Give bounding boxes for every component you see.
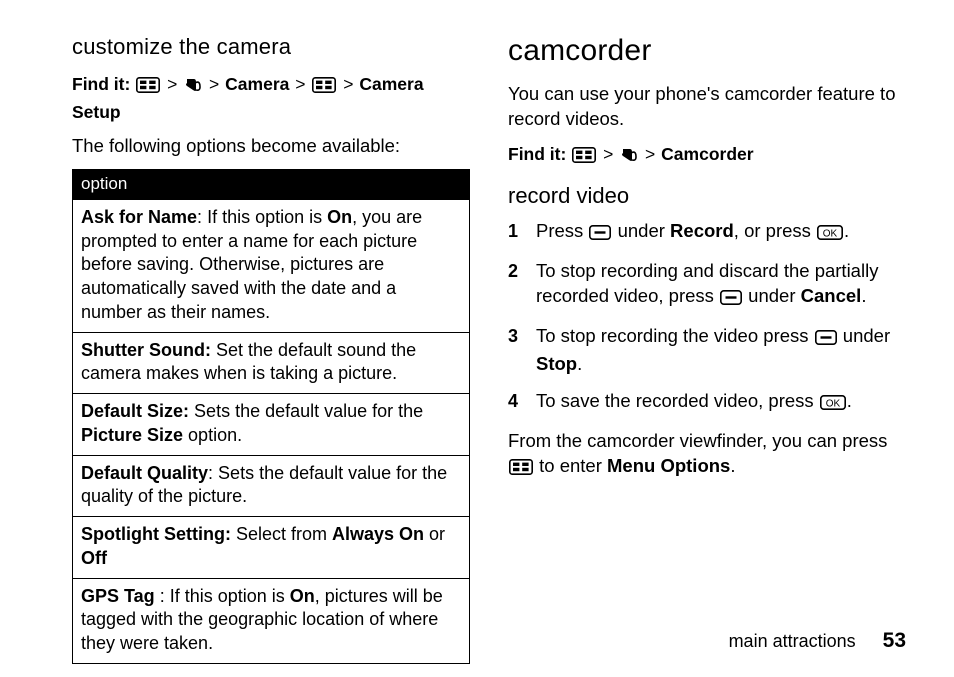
footer-section: main attractions	[729, 631, 856, 651]
breadcrumb-camcorder: Camcorder	[661, 144, 753, 164]
page-number: 53	[883, 629, 906, 652]
menu-icon	[572, 145, 596, 170]
find-it-label: Find it:	[72, 74, 130, 94]
menu-icon	[312, 75, 336, 100]
options-table: option Ask for Name: If this option is O…	[72, 169, 470, 664]
multimedia-icon	[184, 75, 202, 100]
softkey-icon	[720, 287, 742, 312]
camcorder-heading: camcorder	[508, 34, 906, 68]
record-video-heading: record video	[508, 183, 906, 209]
right-column: camcorder You can use your phone's camco…	[508, 34, 906, 664]
step-2: To stop recording and discard the partia…	[508, 259, 906, 312]
menu-icon	[509, 457, 533, 482]
softkey-icon	[815, 327, 837, 352]
table-row: Shutter Sound: Set the default sound the…	[73, 332, 470, 394]
table-row: GPS Tag : If this option is On, pictures…	[73, 578, 470, 663]
camcorder-outro: From the camcorder viewfinder, you can p…	[508, 429, 906, 482]
multimedia-icon	[620, 145, 638, 170]
table-row: Default Quality: Sets the default value …	[73, 455, 470, 517]
left-column: customize the camera Find it: > > Camera…	[72, 34, 470, 664]
ok-key-icon	[820, 392, 846, 417]
camcorder-intro: You can use your phone's camcorder featu…	[508, 82, 906, 132]
softkey-icon	[589, 222, 611, 247]
find-it-label: Find it:	[508, 144, 566, 164]
options-intro: The following options become available:	[72, 134, 470, 159]
table-row: Spotlight Setting: Select from Always On…	[73, 517, 470, 579]
find-it-camera: Find it: > > Camera > > Camera Setup	[72, 72, 470, 124]
step-4: To save the recorded video, press .	[508, 389, 906, 417]
table-row: Ask for Name: If this option is On, you …	[73, 199, 470, 332]
menu-icon	[136, 75, 160, 100]
record-video-steps: Press under Record, or press . To stop r…	[508, 219, 906, 417]
options-table-header: option	[73, 169, 470, 199]
breadcrumb-camera: Camera	[225, 74, 289, 94]
step-3: To stop recording the video press under …	[508, 324, 906, 377]
find-it-camcorder: Find it: > > Camcorder	[508, 142, 906, 170]
step-1: Press under Record, or press .	[508, 219, 906, 247]
table-row: Default Size: Sets the default value for…	[73, 394, 470, 456]
page-footer: main attractions 53	[729, 629, 906, 653]
customize-camera-heading: customize the camera	[72, 34, 470, 60]
ok-key-icon	[817, 222, 843, 247]
